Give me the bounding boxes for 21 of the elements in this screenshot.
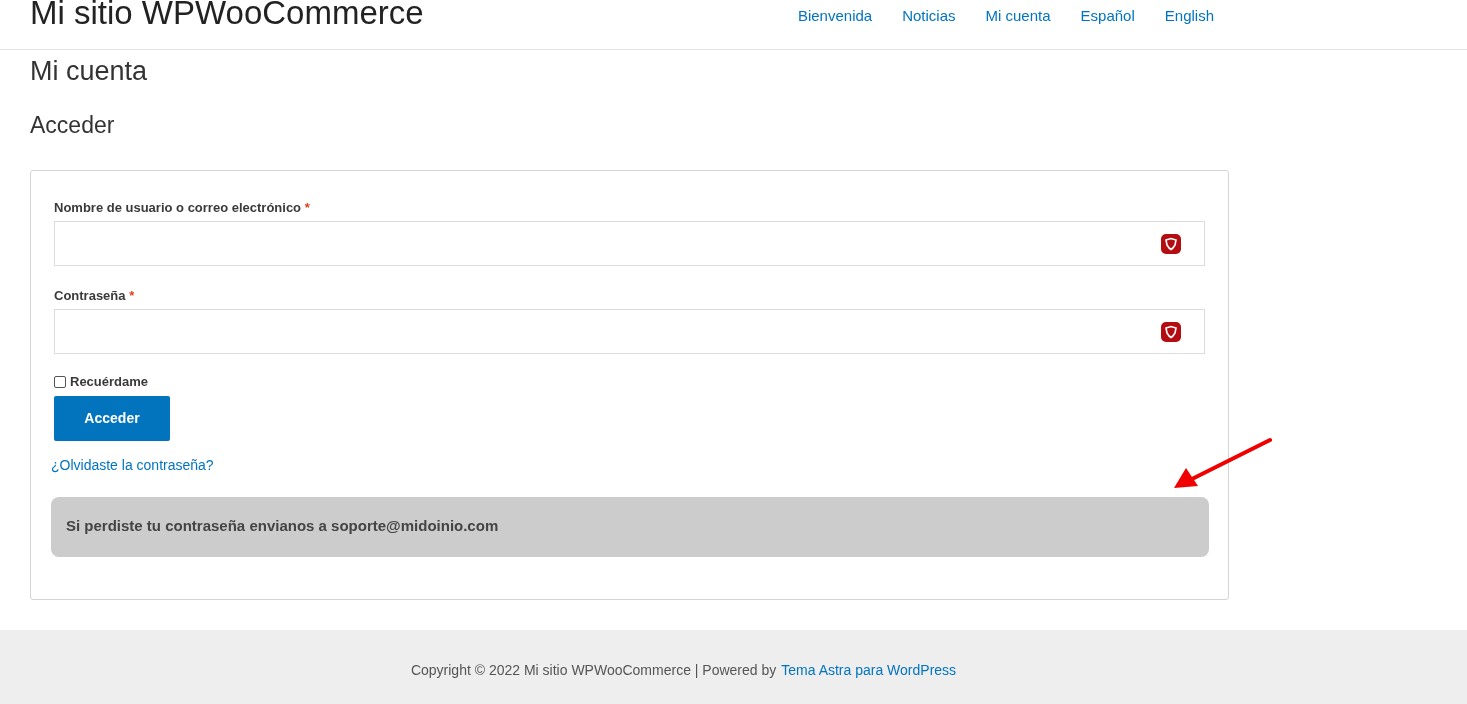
site-title[interactable]: Mi sitio WPWooCommerce — [30, 0, 424, 30]
nav-link[interactable]: Noticias — [902, 5, 956, 28]
section-title: Acceder — [30, 111, 116, 140]
field-label: Contraseña * — [54, 288, 136, 304]
field-label: Nombre de usuario o correo electrónico * — [54, 200, 311, 216]
theme-link[interactable]: Tema Astra para WordPress — [781, 660, 957, 681]
input-field[interactable] — [54, 221, 1205, 266]
notice-message: Si perdiste tu contraseña envianos a soporte@midoinio.com — [51, 496, 1209, 557]
shield-icon[interactable] — [1161, 321, 1181, 342]
remember-label: Recuérdame — [70, 373, 149, 391]
nav-link[interactable]: Bienvenida — [797, 5, 873, 28]
input-field[interactable] — [54, 309, 1205, 354]
nav-link[interactable]: English — [1164, 5, 1214, 28]
lost-password-link[interactable]: ¿Olvidaste la contraseña? — [51, 454, 214, 476]
login-button[interactable]: Acceder — [54, 395, 170, 441]
page-title: Mi cuenta — [30, 55, 149, 88]
copyright-text: Copyright © 2022 Mi sitio WPWooCommerce | Powered by — [410, 661, 777, 680]
nav-link[interactable]: Mi cuenta — [985, 5, 1051, 28]
shield-icon[interactable] — [1161, 233, 1181, 254]
remember-checkbox[interactable] — [54, 375, 66, 388]
nav-link[interactable]: Español — [1080, 5, 1135, 28]
